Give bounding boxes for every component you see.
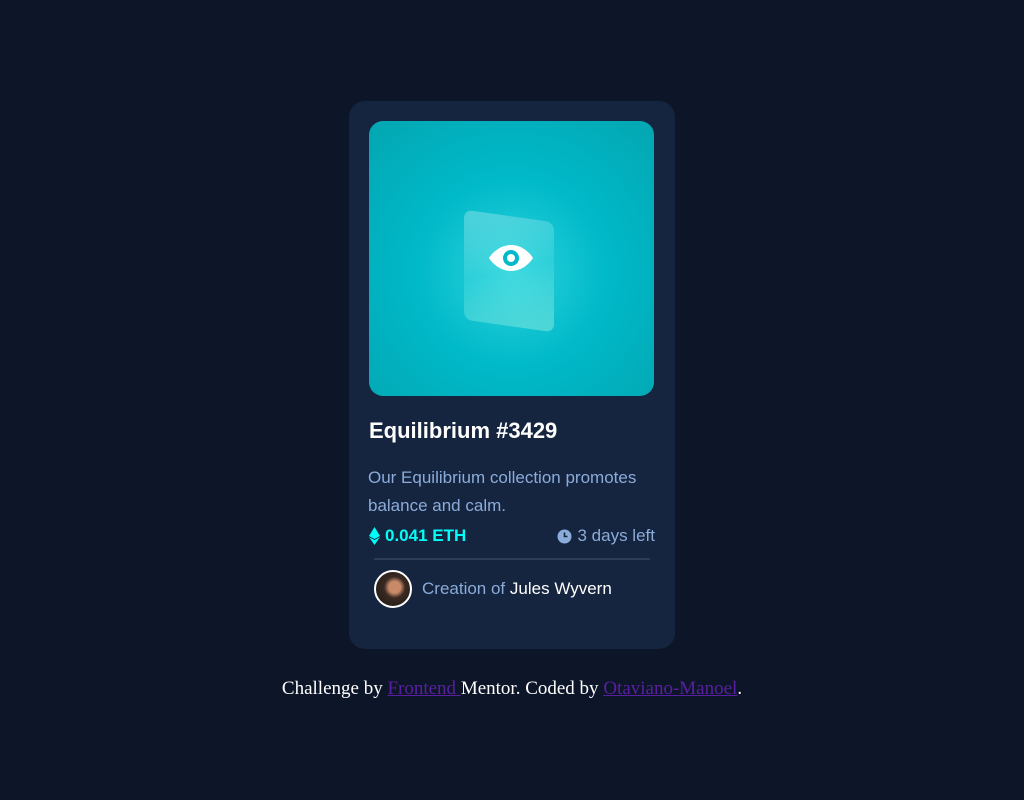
time-left: 3 days left xyxy=(557,526,656,546)
creator-prefix: Creation of xyxy=(422,579,506,598)
attribution: Challenge by Frontend Mentor. Coded by O… xyxy=(0,678,1024,700)
attribution-text-2: Mentor. Coded by xyxy=(460,678,604,699)
nft-card: Equilibrium #3429 Our Equilibrium collec… xyxy=(349,101,675,649)
nft-image[interactable] xyxy=(369,121,654,396)
nft-title[interactable]: Equilibrium #3429 xyxy=(369,418,655,444)
price-value: 0.041 ETH xyxy=(385,526,467,545)
nft-description: Our Equilibrium collection promotes bala… xyxy=(368,468,637,515)
frontend-mentor-link[interactable]: Frontend xyxy=(387,678,460,699)
price: 0.041 ETH xyxy=(369,526,466,546)
time-left-text: 3 days left xyxy=(577,526,656,545)
clock-icon xyxy=(557,529,571,543)
author-link[interactable]: Otaviano-Manoel xyxy=(603,678,737,699)
eye-icon xyxy=(489,245,533,271)
avatar xyxy=(374,570,412,608)
creator: Creation of Jules Wyvern xyxy=(369,570,655,608)
divider xyxy=(374,558,650,560)
creator-name[interactable]: Jules Wyvern xyxy=(510,579,612,598)
attribution-text: Challenge by xyxy=(281,678,388,699)
attribution-period: . xyxy=(737,678,743,699)
ethereum-icon xyxy=(369,527,380,545)
